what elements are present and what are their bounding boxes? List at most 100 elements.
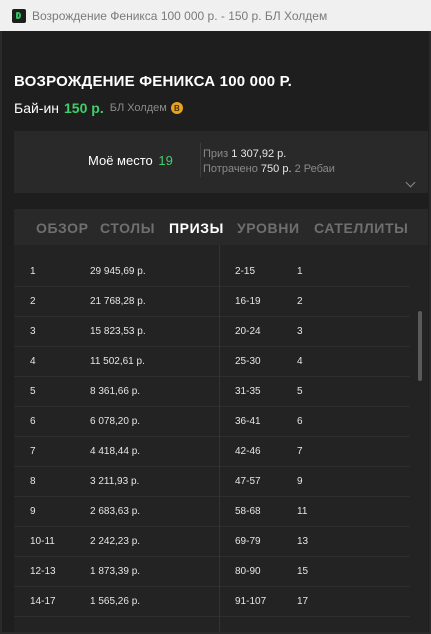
ticket-row: 80-90 15: [220, 557, 410, 587]
tab-prizes[interactable]: ПРИЗЫ: [169, 220, 224, 236]
tournament-lobby: ВОЗРОЖДЕНИЕ ФЕНИКСА 100 000 Р. Бай-ин 15…: [2, 31, 429, 632]
prize-row: 12-13 1 873,39 р.: [14, 557, 219, 587]
ticket-row: 58-68 11: [220, 497, 410, 527]
player-stats: Приз 1 307,92 р. Потрачено 750 р. 2 Реба…: [203, 147, 335, 177]
buyin-value: 150 р.: [64, 100, 104, 116]
window-title: Возрождение Феникса 100 000 р. - 150 р. …: [32, 8, 328, 23]
prize-row: 5 8 361,66 р.: [14, 377, 219, 407]
ticket-place-range: 31-35: [235, 386, 261, 397]
prize-amount: 29 945,69 р.: [90, 266, 146, 277]
buyin-row: Бай-ин 150 р. БЛ Холдем В: [14, 100, 429, 116]
prize-amount: 4 418,44 р.: [90, 446, 141, 457]
prize-label: Приз: [203, 148, 229, 160]
prize-place: 10-11: [30, 536, 55, 547]
game-type: БЛ Холдем: [109, 102, 167, 114]
spent-label: Потрачено: [203, 163, 258, 175]
ticket-row: 16-19 2: [220, 287, 410, 317]
my-place: Моё место 19: [88, 153, 173, 168]
scrollbar[interactable]: [418, 311, 422, 381]
ticket-count: 1: [297, 266, 303, 277]
prize-row: 6 6 078,20 р.: [14, 407, 219, 437]
ticket-place-range: 58-68: [235, 506, 261, 517]
ticket-place-range: 69-79: [235, 536, 261, 547]
prize-row: 10-11 2 242,23 р.: [14, 527, 219, 557]
prizes-table: 1 29 945,69 р. 2 21 768,28 р. 3 15 823,53 р. 4…: [14, 245, 428, 632]
ticket-row: 2-15 1: [220, 257, 410, 287]
tab-levels[interactable]: УРОВНИ: [237, 220, 300, 236]
prize-amount: 3 211,93 р.: [90, 476, 140, 487]
my-place-label: Моё место: [88, 153, 153, 168]
chevron-down-icon[interactable]: [405, 177, 416, 188]
prize-amount: 21 768,28 р.: [90, 296, 146, 307]
ticket-count: 11: [297, 506, 308, 517]
tournament-name: ВОЗРОЖДЕНИЕ ФЕНИКСА 100 000 Р.: [14, 73, 292, 90]
ticket-count: 2: [297, 296, 303, 307]
tab-tables[interactable]: СТОЛЫ: [100, 220, 155, 236]
prize-value: 1 307,92 р.: [231, 148, 287, 160]
ticket-place-range: 42-46: [235, 446, 261, 457]
ticket-count: 13: [297, 536, 309, 547]
ticket-place-range: 36-41: [235, 416, 261, 427]
player-summary-panel: Моё место 19 Приз 1 307,92 р. Потрачено …: [14, 131, 428, 193]
prize-amount: 1 565,26 р.: [90, 596, 141, 607]
prize-place: 5: [30, 386, 36, 397]
ticket-row: 31-35 5: [220, 377, 410, 407]
prize-place: 1: [30, 266, 36, 277]
ticket-count: 7: [297, 446, 303, 457]
prize-row: 9 2 683,63 р.: [14, 497, 219, 527]
prize-row: 1 29 945,69 р.: [14, 257, 219, 287]
prize-place: 9: [30, 506, 36, 517]
prize-list: 1 29 945,69 р. 2 21 768,28 р. 3 15 823,53 р. 4…: [14, 245, 219, 617]
prize-amount: 1 873,39 р.: [90, 566, 141, 577]
ticket-place-range: 80-90: [235, 566, 261, 577]
ticket-count: 6: [297, 416, 303, 427]
window-titlebar: Возрождение Феникса 100 000 р. - 150 р. …: [0, 0, 431, 31]
ticket-row: 69-79 13: [220, 527, 410, 557]
ticket-place-range: 91-107: [235, 596, 267, 607]
tab-overview[interactable]: ОБЗОР: [36, 220, 89, 236]
ticket-count: 15: [297, 566, 309, 577]
prize-place: 4: [30, 356, 36, 367]
ticket-count: 17: [297, 596, 309, 607]
ticket-count: 5: [297, 386, 303, 397]
rebuys-count: 2 Ребаи: [294, 163, 335, 175]
tab-satellites[interactable]: САТЕЛЛИТЫ: [314, 220, 408, 236]
prize-row: 14-17 1 565,26 р.: [14, 587, 219, 617]
ticket-count: 9: [297, 476, 303, 487]
prize-amount: 6 078,20 р.: [90, 416, 141, 427]
ticket-place-range: 47-57: [235, 476, 261, 487]
prize-line: Приз 1 307,92 р.: [203, 147, 335, 162]
ticket-row: 42-46 7: [220, 437, 410, 467]
tab-bar: ОБЗОР СТОЛЫ ПРИЗЫ УРОВНИ САТЕЛЛИТЫ: [14, 209, 428, 245]
ticket-list: 2-15 1 16-19 2 20-24 3 25-30 4 31-35 5 36-41 6 42-46…: [220, 245, 410, 617]
prize-row: 3 15 823,53 р.: [14, 317, 219, 347]
prize-amount: 2 683,63 р.: [90, 506, 141, 517]
ticket-row: 20-24 3: [220, 317, 410, 347]
summary-divider: [200, 143, 201, 177]
ticket-place-range: 20-24: [235, 326, 261, 337]
ticket-count: 4: [297, 356, 303, 367]
prize-row: 7 4 418,44 р.: [14, 437, 219, 467]
ticket-row: 47-57 9: [220, 467, 410, 497]
tournament-header: ВОЗРОЖДЕНИЕ ФЕНИКСА 100 000 Р. Бай-ин 15…: [2, 31, 429, 116]
prize-row: 2 21 768,28 р.: [14, 287, 219, 317]
prize-place: 7: [30, 446, 36, 457]
prize-place: 3: [30, 326, 36, 337]
spent-value: 750 р.: [260, 163, 292, 175]
prize-amount: 2 242,23 р.: [90, 536, 141, 547]
prize-place: 6: [30, 416, 36, 427]
spent-line: Потрачено 750 р. 2 Ребаи: [203, 162, 335, 177]
ticket-row: 25-30 4: [220, 347, 410, 377]
prize-place: 2: [30, 296, 36, 307]
prize-place: 8: [30, 476, 36, 487]
prize-amount: 15 823,53 р.: [90, 326, 146, 337]
ticket-place-range: 25-30: [235, 356, 261, 367]
prize-row: 8 3 211,93 р.: [14, 467, 219, 497]
prize-amount: 11 502,61 р.: [90, 356, 145, 367]
coin-icon: В: [170, 102, 183, 114]
prize-place: 12-13: [30, 566, 56, 577]
ticket-place-range: 2-15: [235, 266, 256, 277]
app-logo-icon: [12, 8, 26, 23]
buyin-label: Бай-ин: [14, 100, 60, 116]
prize-place: 14-17: [30, 596, 56, 607]
